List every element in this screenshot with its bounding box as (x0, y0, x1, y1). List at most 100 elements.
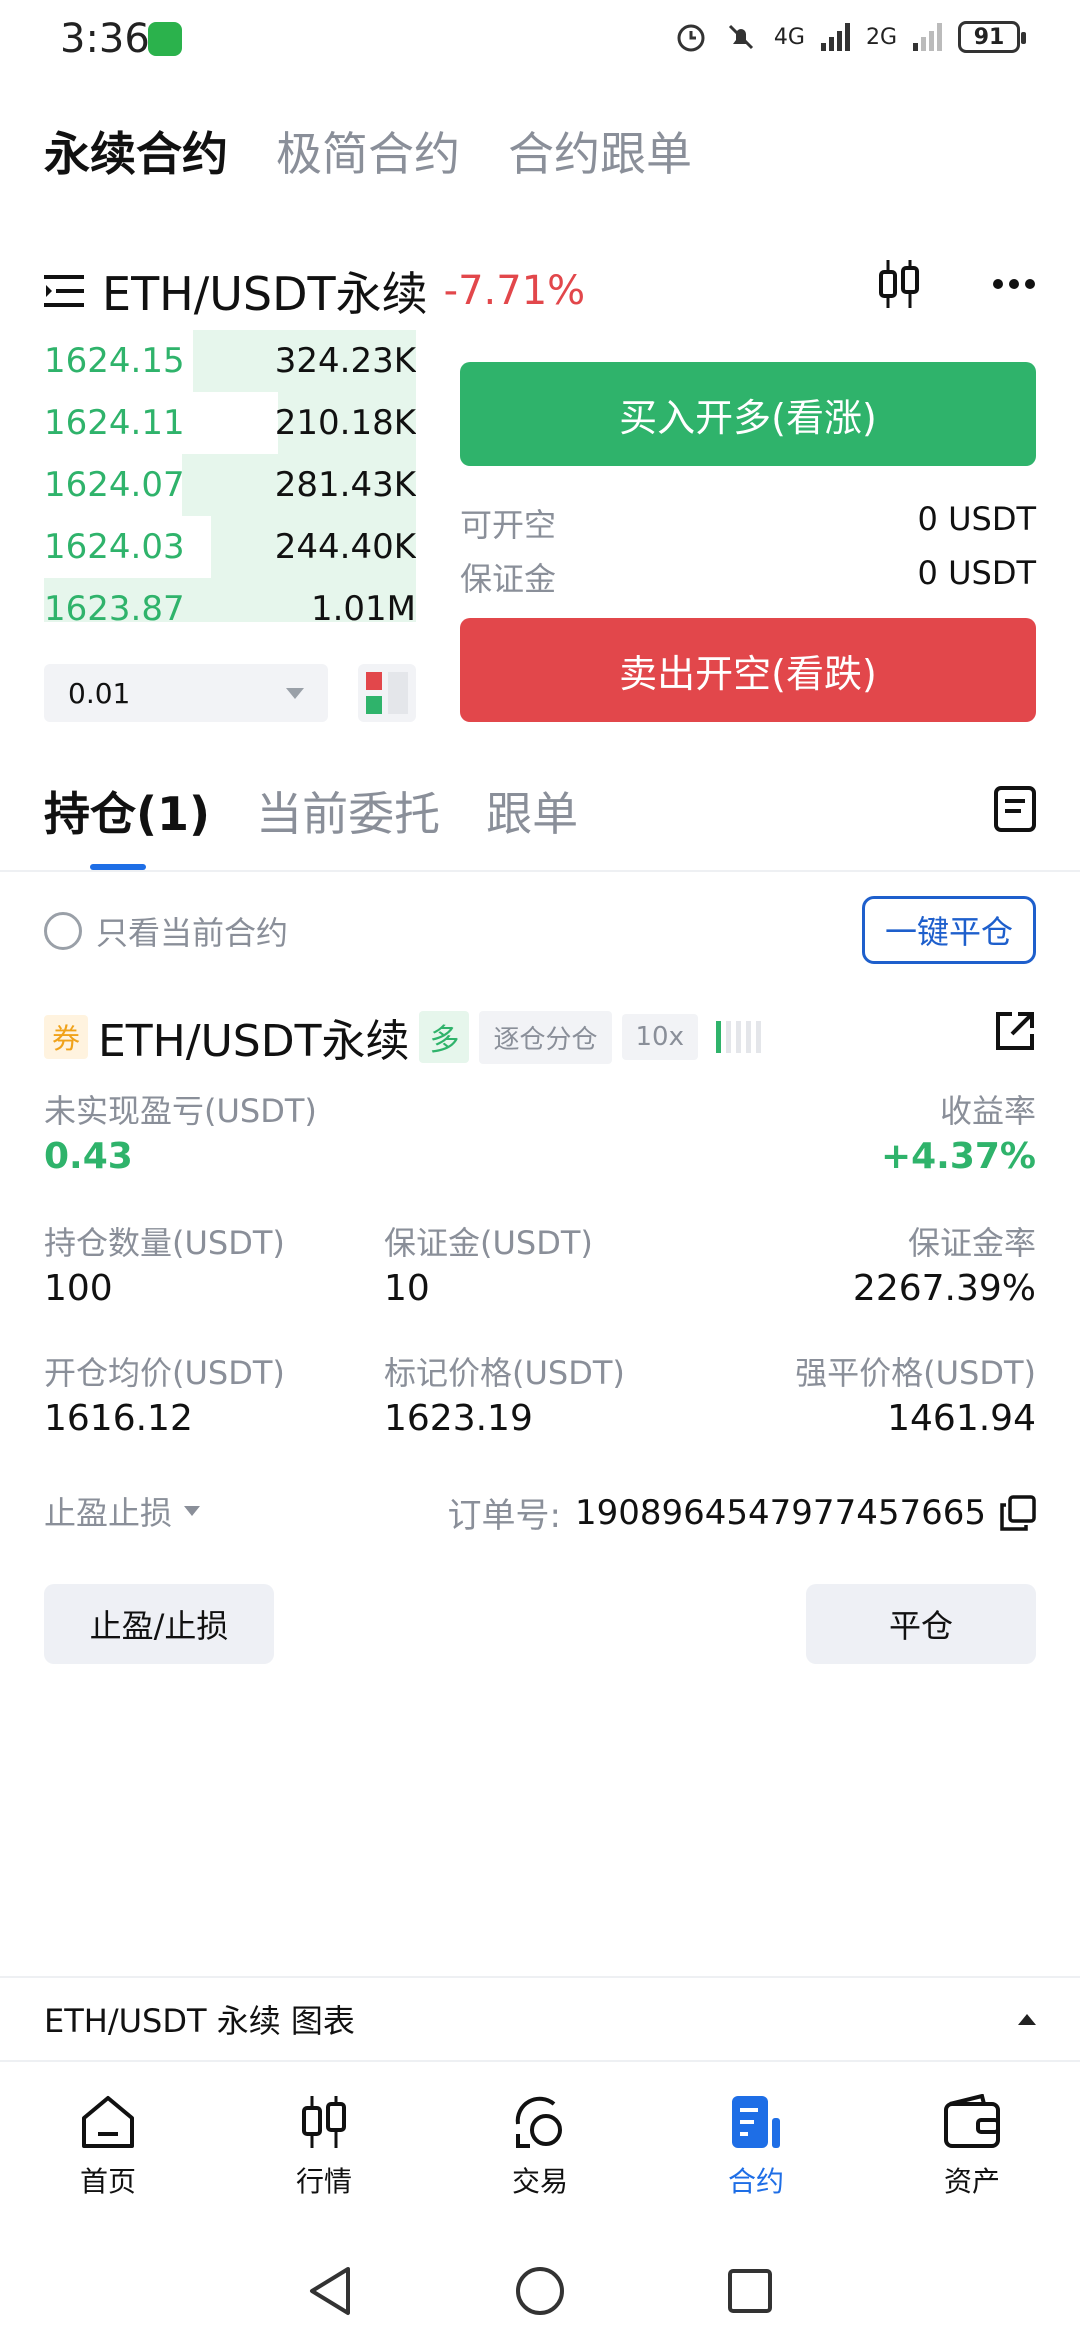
position-tabs: 持仓(1) 当前委托 跟单 (44, 778, 578, 844)
entry-price-label: 开仓均价(USDT) (44, 1354, 285, 1392)
margin-ratio-label: 保证金率 (907, 1224, 1036, 1262)
order-book-row[interactable]: 1624.07 281.43K (44, 454, 416, 516)
copy-icon[interactable] (1000, 1494, 1036, 1531)
size-label: 持仓数量(USDT) (44, 1224, 285, 1262)
entry-price-value: 1616.12 (44, 1398, 193, 1439)
order-number-value: 1908964547977457665 (574, 1492, 986, 1533)
ob-price: 1624.07 (44, 465, 185, 505)
status-time: 3:36 (60, 16, 150, 62)
only-current-filter[interactable]: 只看当前合约 (44, 908, 288, 954)
status-indicators: 4G 2G 91 (674, 20, 1026, 54)
side-badge: 多 (419, 1011, 470, 1063)
battery-icon: 91 (958, 21, 1026, 53)
status-bar: 3:36 4G 2G 91 (0, 0, 1080, 80)
recents-icon[interactable] (726, 2267, 774, 2315)
ob-qty: 244.40K (274, 527, 416, 567)
bottom-nav: 首页 行情 交易 合约 资产 (0, 2062, 1080, 2242)
chevron-down-icon (286, 687, 304, 699)
mark-price-label: 标记价格(USDT) (384, 1354, 625, 1392)
position-symbol[interactable]: ETH/USDT永续 (98, 1005, 409, 1069)
order-book-row[interactable]: 1624.15 324.23K (44, 330, 416, 392)
unrealized-pnl-value: 0.43 (44, 1136, 133, 1177)
order-book-layout-icon (366, 672, 408, 714)
app-notification-icon (148, 22, 182, 56)
order-number-label: 订单号: (447, 1496, 561, 1536)
position-margin-value: 10 (384, 1268, 430, 1309)
network-label: 4G (773, 24, 805, 50)
tpsl-button[interactable]: 止盈/止损 (44, 1584, 274, 1664)
signal-icon (820, 23, 850, 51)
available-label: 可开空 (460, 506, 557, 544)
order-history-icon[interactable] (994, 786, 1036, 832)
system-nav-bar (0, 2242, 1080, 2340)
margin-value: 0 USDT (917, 554, 1036, 592)
nav-market-label: 行情 (295, 2165, 352, 2198)
tab-open-orders[interactable]: 当前委托 (256, 778, 440, 844)
margin-mode-badge: 逐仓分仓 (479, 1010, 612, 1064)
tab-copy-trading[interactable]: 合约跟单 (508, 118, 692, 184)
position-margin-label: 保证金(USDT) (384, 1224, 593, 1262)
nav-trade[interactable]: 交易 (470, 2094, 610, 2200)
order-book-row[interactable]: 1623.87 1.01M (44, 578, 416, 622)
order-book-row[interactable]: 1624.11 210.18K (44, 392, 416, 454)
order-book-row[interactable]: 1624.03 244.40K (44, 516, 416, 578)
home-circle-icon[interactable] (514, 2265, 566, 2317)
alarm-icon (677, 24, 705, 52)
chart-panel-toggle[interactable]: ETH/USDT 永续 图表 (0, 1976, 1080, 2062)
close-all-button[interactable]: 一键平仓 (862, 896, 1036, 964)
adl-indicator (715, 1021, 761, 1053)
price-change: -7.71% (443, 268, 586, 314)
unrealized-pnl-label: 未实现盈亏(USDT) (44, 1092, 317, 1130)
price-precision-select[interactable]: 0.01 (44, 664, 328, 722)
margin-row: 保证金 0 USDT (460, 554, 1036, 600)
tab-positions[interactable]: 持仓(1) (44, 778, 210, 844)
candlestick-chart-icon[interactable] (876, 258, 922, 310)
ob-price: 1624.11 (44, 403, 185, 443)
sell-short-button[interactable]: 卖出开空(看跌) (460, 618, 1036, 722)
nav-assets[interactable]: 资产 (902, 2094, 1042, 2200)
chart-panel-label: ETH/USDT 永续 图表 (44, 2002, 355, 2040)
liq-price-value: 1461.94 (887, 1398, 1036, 1439)
tab-simple[interactable]: 极简合约 (276, 118, 460, 184)
nav-market[interactable]: 行情 (254, 2094, 394, 2200)
available-value: 0 USDT (917, 500, 1036, 538)
tab-perpetual[interactable]: 永续合约 (44, 118, 228, 184)
symbol-name[interactable]: ETH/USDT永续 (102, 258, 428, 324)
tab-copy-orders[interactable]: 跟单 (486, 778, 578, 844)
signal2-icon (913, 23, 942, 51)
tpsl-dropdown[interactable]: 止盈止损 (44, 1488, 201, 1534)
ob-price: 1624.15 (44, 341, 185, 381)
nav-contract[interactable]: 合约 (686, 2094, 826, 2200)
network2-label: 2G (865, 24, 897, 50)
menu-icon[interactable] (44, 273, 86, 309)
liq-price-label: 强平价格(USDT) (795, 1354, 1036, 1392)
ob-price: 1623.87 (44, 589, 185, 622)
nav-home[interactable]: 首页 (38, 2094, 178, 2200)
buy-long-button[interactable]: 买入开多(看涨) (460, 362, 1036, 466)
precision-value: 0.01 (68, 676, 131, 710)
symbol-header: ETH/USDT永续 -7.71% (44, 258, 585, 324)
chevron-up-icon (1018, 2013, 1036, 2025)
margin-label: 保证金 (460, 560, 557, 598)
more-icon[interactable] (992, 278, 1036, 290)
roe-label: 收益率 (939, 1092, 1036, 1130)
ob-price: 1624.03 (44, 527, 185, 567)
ob-qty: 1.01M (310, 589, 416, 622)
radio-button[interactable] (44, 912, 82, 950)
back-icon[interactable] (306, 2265, 354, 2317)
position-header: 券 ETH/USDT永续 多 逐仓分仓 10x (44, 1005, 761, 1069)
top-tabs: 永续合约 极简合约 合约跟单 (44, 118, 692, 184)
nav-contract-label: 合约 (727, 2165, 784, 2198)
share-icon[interactable] (994, 1010, 1036, 1052)
order-book: 1624.15 324.23K 1624.11 210.18K 1624.07 281… (44, 330, 416, 622)
tpsl-dropdown-label: 止盈止损 (44, 1494, 173, 1532)
roe-value: +4.37% (880, 1136, 1036, 1177)
order-book-layout-toggle[interactable] (358, 664, 416, 722)
battery-level: 91 (973, 24, 1005, 50)
ob-qty: 324.23K (274, 341, 416, 381)
margin-ratio-value: 2267.39% (852, 1268, 1036, 1309)
coupon-badge: 券 (44, 1015, 88, 1059)
close-position-button[interactable]: 平仓 (806, 1584, 1036, 1664)
available-row: 可开空 0 USDT (460, 500, 1036, 546)
header-actions (876, 258, 1036, 310)
